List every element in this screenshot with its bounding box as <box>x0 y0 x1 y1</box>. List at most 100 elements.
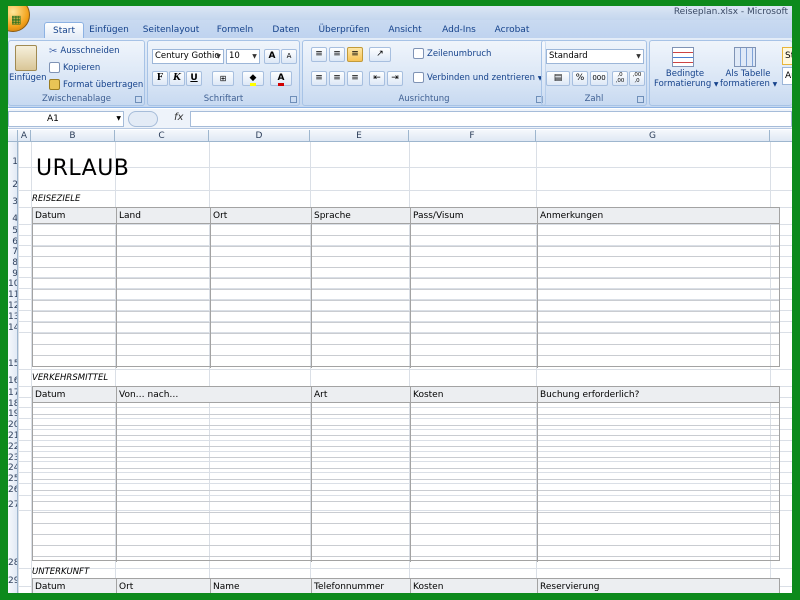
table-header-cell[interactable]: Kosten <box>411 579 538 593</box>
tab-acrobat[interactable]: Acrobat <box>490 22 534 38</box>
row-header-3[interactable]: 3 <box>8 196 17 208</box>
function-icon[interactable]: fx <box>174 112 183 123</box>
tab-seitenlayout[interactable]: Seitenlayout <box>138 22 204 38</box>
increase-decimal-button[interactable]: ,0 ,00 <box>612 71 628 86</box>
table-header-cell[interactable]: Land <box>117 208 211 224</box>
cut-button[interactable]: ✂ Ausschneiden <box>49 44 120 58</box>
increase-indent-icon[interactable]: ⇥ <box>387 71 403 86</box>
row-header-15[interactable]: 15 <box>8 358 17 370</box>
copy-button[interactable]: Kopieren <box>49 61 100 75</box>
bold-button[interactable]: F <box>152 71 168 86</box>
shrink-font-button[interactable]: A <box>281 49 297 64</box>
table-header-cell[interactable]: Datum <box>33 208 117 224</box>
number-launcher[interactable] <box>637 96 644 103</box>
decrease-indent-icon[interactable]: ⇤ <box>369 71 385 86</box>
orientation-icon[interactable]: ↗ <box>369 47 391 62</box>
row-header-4[interactable]: 4 <box>8 213 17 225</box>
table-header-cell[interactable]: Datum <box>33 579 117 593</box>
table-header-cell[interactable]: Sprache <box>312 208 411 224</box>
row-header-28[interactable]: 28 <box>8 557 17 569</box>
thousands-button[interactable]: 000 <box>590 71 608 86</box>
column-header-e[interactable]: E <box>310 130 409 142</box>
tab-start[interactable]: Start <box>44 22 84 38</box>
align-center-icon[interactable]: ≡ <box>329 71 345 86</box>
fill-color-button[interactable]: ◆ <box>242 71 264 86</box>
as-table-label-2: formatieren <box>720 79 770 89</box>
table-header-cell[interactable]: Kosten <box>411 387 538 403</box>
wrap-text-button[interactable]: Zeilenumbruch <box>413 47 491 61</box>
row-header-16[interactable]: 16 <box>8 375 17 387</box>
column-header-f[interactable]: F <box>409 130 536 142</box>
table-header-cell[interactable]: Von… nach… <box>117 387 312 403</box>
formula-toggle-button[interactable] <box>128 111 158 127</box>
column-header-d[interactable]: D <box>209 130 310 142</box>
font-name-select[interactable]: Century Gothic ▼ <box>152 49 224 64</box>
column-header-c[interactable]: C <box>115 130 209 142</box>
cell-style-standard[interactable]: St <box>782 47 792 65</box>
conditional-formatting-button[interactable]: Bedingte Formatierung ▼ <box>654 69 719 90</box>
paste-button[interactable]: Einfügen <box>9 71 47 85</box>
row-header-27[interactable]: 27 <box>8 499 17 511</box>
formula-input[interactable] <box>190 111 792 127</box>
table-header-cell[interactable]: Art <box>312 387 411 403</box>
name-box[interactable]: A1 ▼ <box>8 111 124 127</box>
cell-style-output[interactable]: Au <box>782 67 792 85</box>
align-bottom-icon[interactable]: ≡ <box>347 47 363 62</box>
table-column-line <box>311 387 312 562</box>
tab-daten[interactable]: Daten <box>266 22 306 38</box>
grow-font-button[interactable]: A <box>264 49 280 64</box>
section-label[interactable]: UNTERKUNFT <box>32 567 89 577</box>
tab-einfuegen[interactable]: Einfügen <box>86 22 132 38</box>
paste-icon[interactable] <box>15 45 37 71</box>
underline-button[interactable]: U <box>186 71 202 86</box>
select-all-button[interactable] <box>8 130 18 142</box>
table-header-cell[interactable]: Datum <box>33 387 117 403</box>
table-header-cell[interactable]: Ort <box>117 579 211 593</box>
table-header-cell[interactable]: Ort <box>211 208 312 224</box>
table-row <box>33 256 779 257</box>
italic-button[interactable]: K <box>169 71 185 86</box>
align-middle-icon[interactable]: ≡ <box>329 47 345 62</box>
table-header-cell[interactable]: Buchung erforderlich? <box>538 387 779 403</box>
table-header-cell[interactable]: Pass/Visum <box>411 208 538 224</box>
column-header-g[interactable]: G <box>536 130 770 142</box>
decrease-decimal-button[interactable]: ,00 ,0 <box>629 71 645 86</box>
section-label[interactable]: REISEZIELE <box>32 194 80 204</box>
table-header-cell[interactable]: Telefonnummer <box>312 579 411 593</box>
merge-center-button[interactable]: Verbinden und zentrieren ▼ <box>413 71 542 86</box>
section-label[interactable]: VERKEHRSMITTEL <box>32 373 108 383</box>
row-header-29[interactable]: 29 <box>8 575 17 587</box>
group-label-number: Zahl <box>584 94 604 104</box>
percent-button[interactable]: % <box>572 71 588 86</box>
row-header-14[interactable]: 14 <box>8 322 17 334</box>
font-launcher[interactable] <box>290 96 297 103</box>
table-column-line <box>410 208 411 368</box>
worksheet-grid[interactable]: URLAUB REISEZIELE Datum Land Ort Sprache Pass… <box>18 142 792 593</box>
format-painter-button[interactable]: Format übertragen <box>49 78 143 92</box>
border-button[interactable]: ⊞ <box>212 71 234 86</box>
row-header-1[interactable]: 1 <box>8 156 17 168</box>
row-header-2[interactable]: 2 <box>8 179 17 191</box>
tab-ansicht[interactable]: Ansicht <box>382 22 428 38</box>
format-as-table-button[interactable]: Als Tabelle formatieren ▼ <box>720 69 777 90</box>
tab-formeln[interactable]: Formeln <box>212 22 258 38</box>
brush-icon <box>49 79 60 90</box>
row-header-26[interactable]: 26 <box>8 484 17 496</box>
table-header-cell[interactable]: Name <box>211 579 312 593</box>
table-header-cell[interactable]: Reservierung <box>538 579 779 593</box>
column-header-b[interactable]: B <box>31 130 115 142</box>
align-left-icon[interactable]: ≡ <box>311 71 327 86</box>
tab-ueberpruefen[interactable]: Überprüfen <box>314 22 374 38</box>
column-header-a[interactable]: A <box>18 130 31 142</box>
number-format-select[interactable]: Standard ▼ <box>546 49 644 64</box>
font-size-select[interactable]: 10 ▼ <box>226 49 260 64</box>
column-headers: A B C D E F G <box>8 130 792 142</box>
tab-add-ins[interactable]: Add-Ins <box>436 22 482 38</box>
table-column-line <box>410 579 411 593</box>
clipboard-launcher[interactable] <box>135 96 142 103</box>
font-color-button[interactable]: A <box>270 71 292 86</box>
align-top-icon[interactable]: ≡ <box>311 47 327 62</box>
align-right-icon[interactable]: ≡ <box>347 71 363 86</box>
accounting-format-button[interactable]: ▤ <box>546 71 570 86</box>
table-header-cell[interactable]: Anmerkungen <box>538 208 779 224</box>
